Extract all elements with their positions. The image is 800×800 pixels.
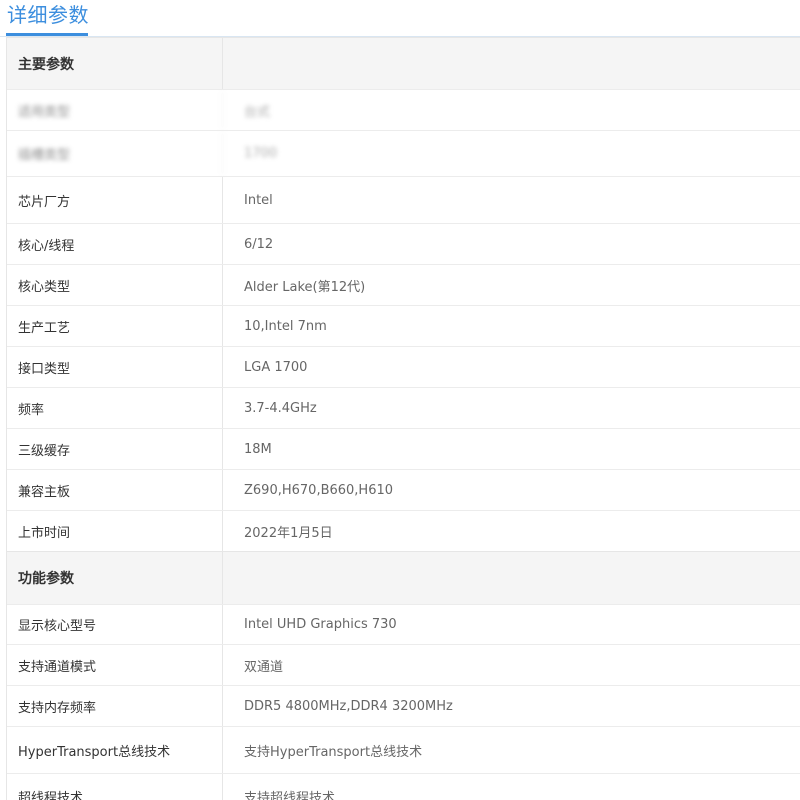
row-label: 兼容主板 (7, 470, 223, 510)
row-value: 10,Intel 7nm (244, 318, 327, 334)
row-value: Alder Lake(第12代) (244, 279, 366, 295)
row-label: HyperTransport总线技术 (7, 727, 223, 773)
row-label: 接口类型 (7, 347, 223, 387)
row-label: 支持通道模式 (7, 645, 223, 685)
row-value: 支持超线程技术 (244, 790, 336, 800)
section-title: 功能参数 (7, 552, 223, 604)
row-label: 频率 (7, 388, 223, 428)
section-header-spacer (223, 552, 800, 604)
table-row: 显示核心型号 Intel UHD Graphics 730 (7, 604, 800, 644)
page-title[interactable]: 详细参数 (7, 1, 89, 29)
table-row: 支持内存频率 DDR5 4800MHz,DDR4 3200MHz (7, 685, 800, 726)
table-row: 上市时间 2022年1月5日 (7, 510, 800, 551)
table-row: 兼容主板 Z690,H670,B660,H610 (7, 469, 800, 510)
row-value: 3.7-4.4GHz (244, 400, 317, 416)
row-value: 台式 (244, 104, 271, 120)
section-header-function: 功能参数 (7, 551, 800, 604)
table-row: 频率 3.7-4.4GHz (7, 387, 800, 428)
row-label: 芯片厂方 (7, 177, 223, 223)
section-title: 主要参数 (7, 38, 223, 89)
spec-page: 详细参数 主要参数 适用类型 台式 插槽类型 1700 芯片厂方 Intel 核… (0, 0, 800, 800)
table-row: 接口类型 LGA 1700 (7, 346, 800, 387)
table-row: 插槽类型 1700 (7, 130, 800, 176)
row-label: 显示核心型号 (7, 605, 223, 644)
row-value: DDR5 4800MHz,DDR4 3200MHz (244, 698, 453, 714)
row-label: 三级缓存 (7, 429, 223, 469)
table-row: 芯片厂方 Intel (7, 176, 800, 223)
table-row: 适用类型 台式 (7, 89, 800, 130)
row-value: 双通道 (244, 659, 284, 675)
row-label: 适用类型 (7, 90, 223, 130)
row-value: Z690,H670,B660,H610 (244, 482, 394, 498)
active-tab-underline (6, 33, 88, 36)
table-row: 三级缓存 18M (7, 428, 800, 469)
row-value: 2022年1月5日 (244, 525, 333, 541)
row-value: 1700 (244, 146, 278, 161)
row-value: 18M (244, 441, 272, 457)
table-row: 支持通道模式 双通道 (7, 644, 800, 685)
section-header-main: 主要参数 (7, 37, 800, 89)
section-header-spacer (223, 38, 800, 89)
row-value: 6/12 (244, 236, 274, 252)
row-label: 超线程技术 (7, 774, 223, 800)
table-row: HyperTransport总线技术 支持HyperTransport总线技术 (7, 726, 800, 773)
row-value: LGA 1700 (244, 359, 308, 375)
title-bar: 详细参数 (0, 0, 800, 37)
row-value: 支持HyperTransport总线技术 (244, 744, 423, 760)
table-row: 核心/线程 6/12 (7, 223, 800, 264)
row-label: 插槽类型 (7, 131, 223, 176)
table-row: 核心类型 Alder Lake(第12代) (7, 264, 800, 305)
table-row: 生产工艺 10,Intel 7nm (7, 305, 800, 346)
spec-table: 主要参数 适用类型 台式 插槽类型 1700 芯片厂方 Intel 核心/线程 … (6, 37, 800, 800)
row-label: 生产工艺 (7, 306, 223, 346)
row-label: 上市时间 (7, 511, 223, 551)
row-value: Intel UHD Graphics 730 (244, 617, 397, 632)
table-row: 超线程技术 支持超线程技术 (7, 773, 800, 800)
row-value: Intel (244, 192, 273, 208)
row-label: 核心/线程 (7, 224, 223, 264)
row-label: 支持内存频率 (7, 686, 223, 726)
row-label: 核心类型 (7, 265, 223, 305)
